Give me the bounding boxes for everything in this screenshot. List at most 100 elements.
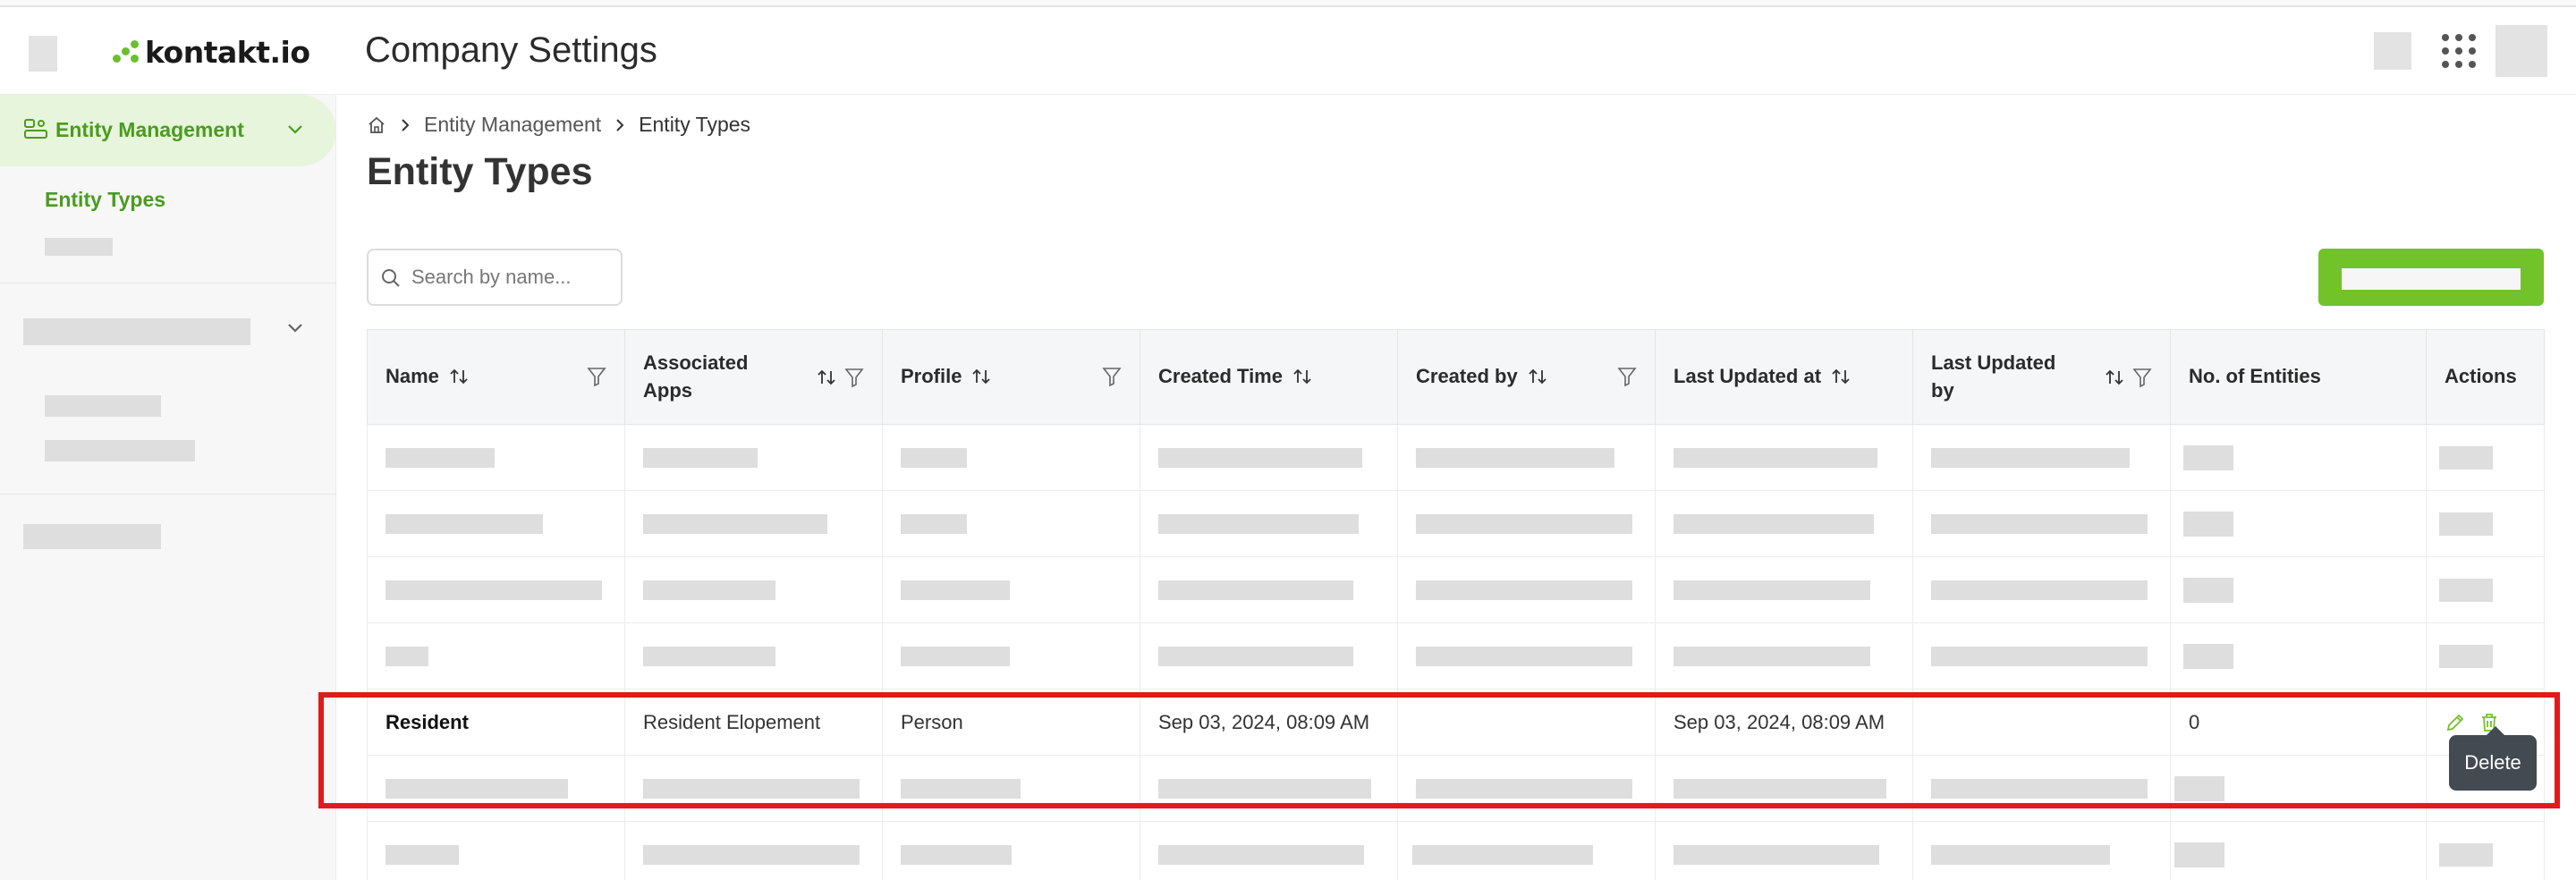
column-header-last-updated-by[interactable]: Last Updated by: [1912, 329, 2171, 425]
table-cell: [882, 622, 1140, 690]
page-heading: Entity Types: [367, 150, 593, 193]
column-label: Profile: [901, 365, 962, 388]
filter-icon[interactable]: [2132, 367, 2152, 388]
sort-icon[interactable]: [2104, 367, 2125, 388]
add-entity-type-button[interactable]: [2318, 249, 2544, 306]
filter-icon[interactable]: [1617, 366, 1637, 387]
table-cell: [882, 755, 1140, 822]
column-label: Actions: [2445, 365, 2517, 388]
table-cell: [367, 556, 625, 623]
table-cell: [367, 622, 625, 690]
sort-icon[interactable]: [1292, 366, 1313, 387]
table-cell: [624, 755, 883, 822]
logo[interactable]: kontakt.io: [113, 34, 310, 70]
column-label: Associated Apps: [643, 351, 749, 402]
table-row[interactable]: [367, 821, 2545, 880]
table-cell: [1655, 556, 1913, 623]
column-header-profile[interactable]: Profile: [882, 329, 1140, 425]
table-cell: [1140, 821, 1398, 880]
cell-created-time: Sep 03, 2024, 08:09 AM: [1140, 689, 1398, 756]
breadcrumb: Entity Management Entity Types: [367, 113, 750, 137]
home-icon[interactable]: [367, 115, 386, 135]
column-header-created-time[interactable]: Created Time: [1140, 329, 1398, 425]
table-cell: [1912, 556, 2171, 623]
column-label: Created by: [1416, 365, 1518, 388]
app-header: kontakt.io Company Settings: [0, 7, 2576, 95]
table-cell: [882, 821, 1140, 880]
sidebar-section-placeholder[interactable]: [23, 524, 161, 549]
table-cell: [367, 490, 625, 557]
breadcrumb-entity-types: Entity Types: [639, 113, 751, 136]
table-row[interactable]: [367, 622, 2545, 690]
table-cell: [1655, 424, 1913, 491]
chevron-down-icon[interactable]: [284, 317, 306, 338]
sidebar-section-placeholder[interactable]: [23, 318, 250, 345]
column-header-name[interactable]: Name: [367, 329, 625, 425]
sort-icon[interactable]: [1527, 366, 1548, 387]
breadcrumb-entity-management[interactable]: Entity Management: [424, 113, 601, 137]
cell-no-of-entities: 0: [2170, 689, 2427, 756]
table-cell: [1140, 424, 1398, 491]
search-input[interactable]: [411, 258, 614, 297]
sort-icon[interactable]: [448, 366, 470, 387]
cell-profile: Person: [882, 689, 1140, 756]
table-cell: [882, 556, 1140, 623]
table-cell: [2170, 821, 2427, 880]
column-label: Last Updated at: [1674, 365, 1822, 388]
cell-associated-apps: Resident Elopement: [624, 689, 883, 756]
sidebar-item-entity-management[interactable]: Entity Management: [0, 95, 336, 166]
table-cell: [1140, 556, 1398, 623]
column-label: No. of Entities: [2189, 365, 2321, 388]
sidebar-subitem-placeholder[interactable]: [45, 395, 161, 417]
table-row[interactable]: [367, 490, 2545, 557]
sidebar-subitem-placeholder[interactable]: [45, 238, 113, 256]
table-cell: [2170, 556, 2427, 623]
table-row[interactable]: [367, 556, 2545, 623]
logo-text: kontakt.io: [145, 34, 310, 70]
table-cell: [1912, 490, 2171, 557]
filter-icon[interactable]: [844, 367, 864, 388]
table-cell: [1655, 821, 1913, 880]
sidebar-subitem-entity-types[interactable]: Entity Types: [45, 188, 165, 212]
avatar[interactable]: [2496, 25, 2547, 77]
table-cell: [624, 622, 883, 690]
column-header-last-updated-at[interactable]: Last Updated at: [1655, 329, 1913, 425]
chevron-right-icon: [616, 118, 624, 131]
table-row[interactable]: [367, 424, 2545, 491]
column-label: Name: [386, 365, 439, 388]
button-label-placeholder: [2342, 268, 2521, 290]
cell-last-updated-by: [1912, 689, 2171, 756]
sidebar-subitem-placeholder[interactable]: [45, 440, 195, 461]
table-cell: [367, 424, 625, 491]
chevron-right-icon: [402, 118, 410, 131]
table-cell: [2426, 490, 2545, 557]
table-cell: [1397, 622, 1656, 690]
sort-icon[interactable]: [1830, 366, 1852, 387]
table-row[interactable]: [367, 755, 2545, 822]
table-cell: [2170, 424, 2427, 491]
filter-icon[interactable]: [1102, 366, 1122, 387]
table-cell: [1397, 490, 1656, 557]
filter-icon[interactable]: [587, 366, 606, 387]
search-icon: [382, 269, 400, 287]
column-header-associated-apps[interactable]: Associated Apps: [624, 329, 883, 425]
edit-icon[interactable]: [2445, 712, 2466, 733]
table-cell: [367, 821, 625, 880]
menu-placeholder[interactable]: [29, 36, 57, 72]
column-header-actions: Actions: [2426, 329, 2545, 425]
sort-icon[interactable]: [816, 367, 837, 388]
chevron-down-icon[interactable]: [284, 118, 306, 140]
header-action-placeholder[interactable]: [2374, 32, 2411, 70]
column-label: Created Time: [1158, 365, 1283, 388]
search-box[interactable]: [367, 249, 623, 306]
apps-grid-icon[interactable]: [2442, 34, 2476, 68]
delete-tooltip: Delete: [2449, 726, 2537, 791]
table-cell: [1655, 490, 1913, 557]
table-row-resident[interactable]: Resident Resident Elopement Person Sep 0…: [367, 689, 2545, 756]
column-label: Last Updated by: [1931, 351, 2056, 402]
column-header-created-by[interactable]: Created by: [1397, 329, 1656, 425]
table-cell: [1912, 424, 2171, 491]
sort-icon[interactable]: [970, 366, 992, 387]
table-cell: [1655, 755, 1913, 822]
table-cell: [2170, 622, 2427, 690]
